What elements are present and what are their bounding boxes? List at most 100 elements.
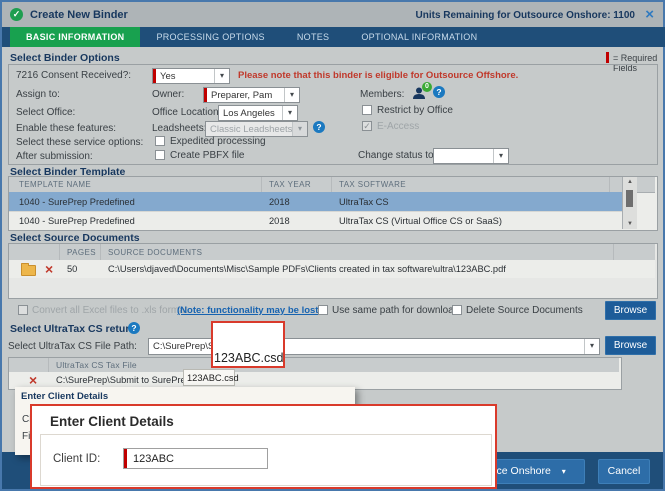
filename-tooltip-text: 123ABC.csd	[187, 373, 239, 383]
cancel-button[interactable]: Cancel	[598, 459, 650, 484]
tax-year-cell: 2018	[269, 197, 290, 207]
office-location-label: Office Location:	[152, 107, 222, 118]
leadsheets-dropdown: Classic Leadsheets ▾	[205, 121, 308, 137]
tab-notes[interactable]: NOTES	[281, 27, 346, 47]
offshore-eligible-notice: Please note that this binder is eligible…	[238, 70, 519, 81]
functionality-note-link[interactable]: (Note: functionality may be lost)	[177, 305, 322, 316]
scrollbar-thumb[interactable]	[626, 190, 633, 207]
source-path-cell: C:\Users\djaved\Documents\Misc\Sample PD…	[108, 264, 506, 274]
tax-year-cell: 2018	[269, 216, 290, 226]
binder-check-icon: ✓	[10, 8, 23, 21]
convert-excel-label: Convert all Excel files to .xls format	[32, 305, 188, 316]
title-bar: ✓ Create New Binder Units Remaining for …	[2, 2, 663, 27]
owner-dropdown[interactable]: Preparer, Pam ▾	[203, 87, 300, 103]
browse-source-button[interactable]: Browse	[605, 301, 656, 320]
leadsheets-value: Classic Leadsheets	[210, 123, 292, 135]
chevron-down-icon: ▾	[284, 88, 299, 102]
ultratax-help-icon[interactable]: ?	[128, 322, 140, 334]
owner-value: Preparer, Pam	[211, 89, 273, 101]
delete-document-icon[interactable]: ×	[45, 262, 53, 276]
browse-taxfile-button[interactable]: Browse	[605, 336, 656, 355]
column-divider	[613, 244, 614, 260]
convert-excel-checkbox	[18, 305, 28, 315]
column-divider	[331, 177, 332, 192]
eaccess-label: E-Access	[377, 121, 420, 132]
restrict-by-office-label: Restrict by Office	[377, 105, 453, 116]
eaccess-checkbox: ✓	[362, 121, 372, 131]
expedited-processing-checkbox[interactable]	[155, 136, 165, 146]
col-pages: PAGES	[67, 248, 96, 257]
column-divider	[609, 177, 610, 192]
source-document-row[interactable]: × 50 C:\Users\djaved\Documents\Misc\Samp…	[9, 260, 655, 278]
binder-template-table: TEMPLATE NAME TAX YEAR TAX SOFTWARE 1040…	[8, 176, 658, 231]
owner-label: Owner:	[152, 89, 185, 100]
chevron-down-icon: ▾	[584, 339, 599, 354]
required-legend-bar	[606, 52, 609, 63]
source-documents-table: PAGES SOURCE DOCUMENTS × 50 C:\Users\dja…	[8, 243, 658, 299]
col-tax-year: TAX YEAR	[269, 180, 312, 189]
section-ultratax-title: Select UltraTax CS return	[10, 323, 136, 335]
same-path-checkbox[interactable]	[318, 305, 328, 315]
members-count-badge: 0	[422, 82, 432, 92]
restrict-by-office-checkbox[interactable]	[362, 105, 372, 115]
create-pbfx-checkbox[interactable]	[155, 150, 165, 160]
template-row-selected[interactable]: 1040 - SurePrep Predefined 2018 UltraTax…	[9, 192, 622, 211]
consent-label: 7216 Consent Received?:	[16, 70, 132, 81]
delete-source-docs-label: Delete Source Documents	[466, 305, 583, 316]
members-label: Members:	[360, 89, 405, 100]
tab-optional-information[interactable]: OPTIONAL INFORMATION	[345, 27, 493, 47]
tab-basic-information[interactable]: BASIC INFORMATION	[10, 27, 141, 47]
office-location-dropdown[interactable]: Los Angeles ▾	[218, 105, 298, 121]
service-options-label: Select these service options:	[16, 137, 144, 148]
client-id-label: Client ID:	[53, 453, 101, 465]
template-name-cell: 1040 - SurePrep Predefined	[19, 197, 135, 207]
ultratax-file-table: UltraTax CS Tax File × C:\SurePrep\Submi…	[8, 357, 622, 390]
col-tax-software: TAX SOFTWARE	[339, 180, 407, 189]
scroll-up-icon[interactable]: ▲	[623, 179, 637, 185]
create-pbfx-label: Create PBFX file	[170, 150, 245, 161]
filename-annotation-text: 123ABC.csd	[214, 351, 284, 365]
chevron-down-icon: ▾	[214, 69, 229, 83]
col-source-documents: SOURCE DOCUMENTS	[108, 248, 203, 257]
client-id-value: 123ABC	[133, 452, 174, 465]
change-status-label: Change status to:	[358, 150, 437, 161]
pages-cell: 50	[67, 264, 78, 274]
source-table-header: PAGES SOURCE DOCUMENTS	[9, 244, 655, 261]
select-office-label: Select Office:	[16, 107, 76, 118]
close-icon[interactable]: ×	[645, 7, 654, 22]
same-path-label: Use same path for download	[332, 305, 460, 316]
tax-software-cell: UltraTax CS	[339, 197, 389, 207]
consent-dropdown[interactable]: Yes ▾	[152, 68, 230, 84]
units-remaining-label: Units Remaining for Outsource Onshore: 1…	[415, 10, 636, 21]
open-folder-icon[interactable]	[21, 263, 36, 276]
ultratax-file-row[interactable]: × C:\SurePrep\Submit to SurePrep\123ABC.…	[9, 372, 619, 388]
expedited-processing-label: Expedited processing	[170, 136, 266, 147]
scroll-down-icon[interactable]: ▼	[623, 221, 637, 227]
tab-bar: BASIC INFORMATION PROCESSING OPTIONS NOT…	[2, 27, 665, 47]
filename-annotation-callout: 123ABC.csd	[211, 321, 285, 368]
chevron-down-icon: ▾	[292, 122, 307, 136]
after-submission-label: After submission:	[16, 151, 93, 162]
template-row[interactable]: 1040 - SurePrep Predefined 2018 UltraTax…	[9, 211, 622, 230]
client-id-input[interactable]: 123ABC	[123, 448, 268, 469]
template-name-cell: 1040 - SurePrep Predefined	[19, 216, 135, 226]
column-divider	[100, 244, 101, 260]
filename-tooltip: 123ABC.csd	[183, 369, 239, 386]
client-dialog-title: Enter Client Details	[50, 414, 174, 429]
delete-taxfile-icon[interactable]: ×	[29, 373, 37, 387]
col-template-name: TEMPLATE NAME	[19, 180, 92, 189]
taxfile-path-cell: C:\SurePrep\Submit to SurePrep\123ABC.cs…	[56, 375, 184, 385]
ultratax-table-header: UltraTax CS Tax File	[9, 358, 619, 373]
tab-processing-options[interactable]: PROCESSING OPTIONS	[140, 27, 280, 47]
column-divider	[261, 177, 262, 192]
leadsheets-help-icon[interactable]: ?	[313, 121, 325, 133]
members-icon[interactable]: 0	[412, 82, 432, 100]
consent-value: Yes	[160, 70, 176, 82]
change-status-dropdown[interactable]: ▾	[433, 148, 509, 164]
delete-source-docs-checkbox[interactable]	[452, 305, 462, 315]
column-divider	[48, 358, 49, 372]
chevron-down-icon: ▾	[282, 106, 297, 120]
file-path-label: Select UltraTax CS File Path:	[8, 341, 137, 352]
members-help-icon[interactable]: ?	[433, 86, 445, 98]
template-table-scrollbar[interactable]: ▲ ▼	[622, 177, 637, 229]
